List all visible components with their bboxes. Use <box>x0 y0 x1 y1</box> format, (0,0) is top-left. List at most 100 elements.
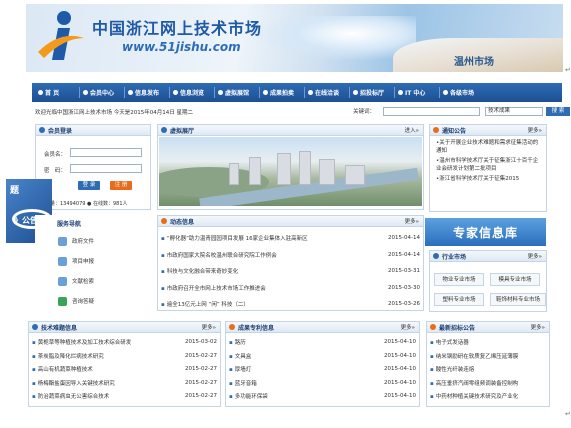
market-plastic-button[interactable]: 塑料专业市场 <box>434 293 484 306</box>
tender-row[interactable]: ▪ 中药材种植关键技术研究及产业化 <box>427 391 549 402</box>
news-row[interactable]: ▪ 市政府召开全市网上技术市场工作推进会 2015-03-30 <box>158 283 423 294</box>
notice-item[interactable]: •关于开展企业技术难题和需求征集活动的通知 <box>430 136 546 155</box>
service-consult[interactable]: 咨询答疑 <box>58 294 118 308</box>
home-icon <box>38 90 43 95</box>
visitor-stats: 访问量：13494079 ● 在线数：981人 <box>40 201 128 207</box>
news-icon <box>161 218 167 224</box>
tenders-more-link[interactable]: 更多» <box>531 323 545 331</box>
expo-city-photo[interactable] <box>159 137 422 206</box>
site-banner: 中国浙江网上技术市场 www.51jishu.com 温州市场 <box>26 4 563 72</box>
nav-auction[interactable]: 成果拍卖 <box>263 88 304 97</box>
login-header: 会员登录 <box>36 125 150 136</box>
patent-row[interactable]: ▪ 路历 2015-04-10 <box>226 337 419 348</box>
notice-more-link[interactable]: 更多» <box>528 126 542 134</box>
problem-row[interactable]: ▪ 高山有机蔬菜种植技术 2015-02-27 <box>29 364 220 375</box>
service-gov-docs[interactable]: 政府文件 <box>58 234 118 248</box>
notice-item[interactable]: •温州市科学技术厅关于征集浙江十百千企业会研发计划第二批项目 <box>430 155 546 173</box>
tech-problems-panel: 技术难题信息 更多» ▪ 黄栀草等种植技术及加工技术综合研发 2015-03-02 ▪… <box>28 321 221 407</box>
photo-building <box>319 159 335 185</box>
industry-more-link[interactable]: 更多» <box>528 252 542 260</box>
market-mold-button[interactable]: 模具专业市场 <box>490 273 540 286</box>
search-category-select[interactable]: 技术成果 <box>485 107 543 116</box>
member-name-label: 会员名： <box>44 152 67 158</box>
expert-database-banner[interactable]: 专家信息库 <box>425 218 546 246</box>
member-name-input[interactable] <box>70 148 142 157</box>
nav-member-center[interactable]: 会员中心 <box>83 88 124 97</box>
auction-icon <box>263 90 268 95</box>
tenders-panel: 最新招标公告 更多» ▪ 电子式发话器 ▪ 纳米钢励研在软质复乙烯压延薄膜 ▪ 酸性光纤… <box>426 321 550 407</box>
banner-wave <box>256 16 416 61</box>
photo-building <box>345 165 365 185</box>
problem-row[interactable]: ▪ 茶炭脂及降化烂病技术研究 2015-02-27 <box>29 351 220 362</box>
welcome-text: 欢迎光临中国浙江网上技术市场 今天是2015年04月14日 星期二 <box>35 109 193 116</box>
photo-building <box>277 153 291 185</box>
nav-tender-hall[interactable]: 招投标厅 <box>353 88 394 97</box>
news-row[interactable]: ▪ 遍全13亿元上网 “闲” 科技（二） 2015-03-26 <box>158 299 423 310</box>
document-icon <box>58 236 67 246</box>
tender-row[interactable]: ▪ 高压垂挤汽阀零组频调装备控制构 <box>427 378 549 389</box>
nav-browse[interactable]: 信息浏览 <box>173 88 214 97</box>
news-row[interactable]: ▪ 市政府国家大院名校温州联合研究院工作例会 2015-04-14 <box>158 250 423 261</box>
site-logo-icon[interactable] <box>34 8 86 70</box>
book-icon <box>58 276 67 286</box>
publish-icon <box>128 90 133 95</box>
tender-row[interactable]: ▪ 酸性光纤装连熔 <box>427 364 549 375</box>
problem-row[interactable]: ▪ 杨梅酯盐蛋因导入关键技术研究 2015-02-27 <box>29 378 220 389</box>
news-row[interactable]: ▪ “孵化器”助力温青园园项目发展 16家企业集体入驻高新区 2015-04-14 <box>158 233 423 244</box>
nav-it-center[interactable]: IT 中心 <box>398 88 439 97</box>
service-project-apply[interactable]: 项目申报 <box>58 254 118 268</box>
patent-row[interactable]: ▪ 多功能环保袋 2015-04-10 <box>226 391 419 402</box>
service-nav-title: 服务导航 <box>57 221 82 228</box>
tender-row[interactable]: ▪ 电子式发话器 <box>427 337 549 348</box>
tech-problems-more-link[interactable]: 更多» <box>202 323 216 331</box>
nav-home[interactable]: 首 页 <box>38 88 79 97</box>
photo-building <box>299 151 311 185</box>
patents-header: 成果专利信息 更多» <box>226 322 419 333</box>
site-url[interactable]: www.51jishu.com <box>122 40 241 54</box>
user-icon <box>39 127 45 133</box>
news-row[interactable]: ▪ 科技与文化融合带来奇妙变化 2015-03-31 <box>158 266 423 277</box>
login-button[interactable]: 登 录 <box>78 181 100 190</box>
service-literature-search[interactable]: 文献检索 <box>58 274 118 288</box>
tenders-header: 最新招标公告 更多» <box>427 322 549 333</box>
nav-divider <box>214 87 215 98</box>
market-property-button[interactable]: 物业专业市场 <box>434 273 484 286</box>
dynamic-more-link[interactable]: 更多» <box>405 217 419 225</box>
notice-item[interactable]: •浙江省科学技术厅关于征集2015 <box>430 173 546 183</box>
nav-divider <box>439 87 440 98</box>
nav-divider <box>79 87 80 98</box>
keyword-label: 关键词： <box>353 109 376 115</box>
market-icon <box>433 253 439 259</box>
tender-row[interactable]: ▪ 纳米钢励研在软质复乙烯压延薄膜 <box>427 351 549 362</box>
patent-row[interactable]: ▪ 厚墙灯 2015-04-10 <box>226 364 419 375</box>
dynamic-info-panel: 动态信息 更多» ▪ “孵化器”助力温青园园项目发展 16家企业集体入驻高新区 201… <box>157 215 424 311</box>
search-icon <box>173 90 178 95</box>
register-button[interactable]: 注 册 <box>110 181 132 190</box>
password-input[interactable] <box>70 164 142 173</box>
problem-row[interactable]: ▪ 防治蔬菜病虫无公害综合技术 2015-02-27 <box>29 391 220 402</box>
search-button[interactable]: 搜 索 <box>546 107 570 116</box>
patent-row[interactable]: ▪ 文具盒 2015-04-10 <box>226 351 419 362</box>
photo-building <box>249 157 261 185</box>
problem-row[interactable]: ▪ 黄栀草等种植技术及加工技术综合研发 2015-03-02 <box>29 337 220 348</box>
tender-icon <box>353 90 358 95</box>
chat-icon <box>308 90 313 95</box>
nav-divider <box>349 87 350 98</box>
market-icon <box>443 90 448 95</box>
patent-row[interactable]: ▪ 蓝牙音箱 2015-04-10 <box>226 378 419 389</box>
patent-icon <box>229 324 235 330</box>
welcome-bar: 欢迎光临中国浙江网上技术市场 今天是2015年04月14日 星期二 关键词： 技… <box>35 105 570 118</box>
nav-virtual-hall[interactable]: 虚拟展馆 <box>218 88 259 97</box>
nav-divider <box>394 87 395 98</box>
nav-publish[interactable]: 信息发布 <box>128 88 169 97</box>
patents-panel: 成果专利信息 更多» ▪ 路历 2015-04-10 ▪ 文具盒 2015-04-10 ▪… <box>225 321 420 407</box>
nav-online-talk[interactable]: 在线洽谈 <box>308 88 349 97</box>
market-shoe-material-button[interactable]: 鞋饰材料专业市场 <box>490 293 546 306</box>
patents-more-link[interactable]: 更多» <box>401 323 415 331</box>
notice-panel: 通知公告 更多» •关于开展企业技术难题和需求征集活动的通知 •温州市科学技术厅关… <box>429 124 547 212</box>
search-input[interactable] <box>383 107 480 116</box>
notice-header: 通知公告 更多» <box>430 125 546 136</box>
nav-markets[interactable]: 各级市场 <box>443 88 484 97</box>
member-icon <box>83 90 88 95</box>
expo-enter-link[interactable]: 进入» <box>405 126 419 134</box>
